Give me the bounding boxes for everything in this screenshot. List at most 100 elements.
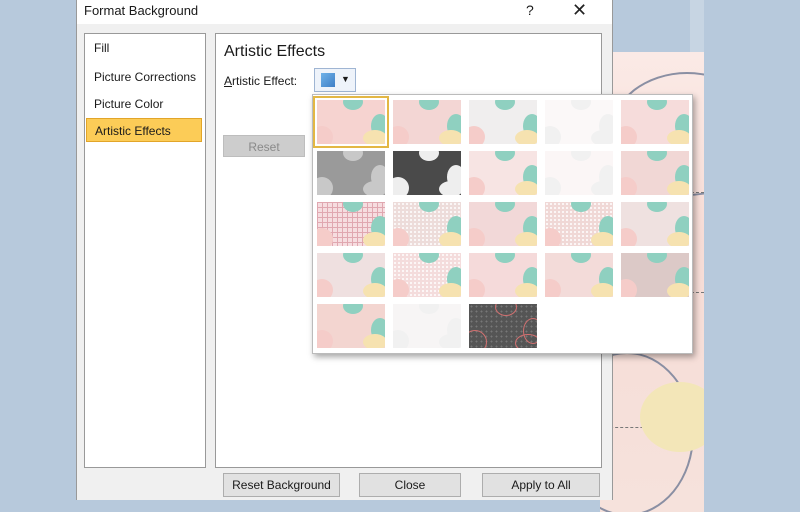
help-button[interactable]: ?: [526, 2, 534, 18]
thumbnail-shape: [393, 279, 409, 297]
artistic-effects-gallery: [312, 94, 693, 354]
thumbnail-shape: [571, 100, 591, 110]
nav-item-picture-corrections[interactable]: Picture Corrections: [86, 65, 202, 89]
thumbnail-shape: [591, 283, 613, 297]
thumbnail-shape: [545, 126, 561, 144]
thumbnail-shape: [667, 232, 689, 246]
thumbnail-shape: [571, 202, 591, 212]
thumbnail-shape: [317, 330, 333, 348]
effect-thumbnail-film[interactable]: [545, 253, 613, 297]
panel-title: Artistic Effects: [224, 43, 326, 60]
thumbnail-shape: [363, 283, 385, 297]
effect-thumbnail-photocopy[interactable]: [469, 253, 537, 297]
thumbnail-shape: [439, 283, 461, 297]
thumbnail-shape: [667, 181, 689, 195]
thumbnail-shape: [439, 232, 461, 246]
effect-thumbnail-cutout-dark[interactable]: [469, 304, 537, 348]
category-list: Fill Picture Corrections Picture Color A…: [84, 33, 206, 468]
effect-label-text: rtistic Effect:: [232, 74, 298, 88]
nav-item-picture-color[interactable]: Picture Color: [86, 92, 202, 116]
effect-thumbnail-glow-edges[interactable]: [621, 253, 689, 297]
effect-thumbnail-dark-contrast[interactable]: [393, 151, 461, 195]
effect-thumbnail-pencil[interactable]: [621, 202, 689, 246]
thumbnail-shape: [469, 228, 485, 246]
effect-thumbnail-cement[interactable]: [317, 304, 385, 348]
thumbnail-shape: [571, 151, 591, 161]
thumbnail-shape: [419, 253, 439, 263]
thumbnail-shape: [363, 232, 385, 246]
thumbnail-shape: [393, 177, 409, 195]
effect-thumbnail-line-drawing[interactable]: [393, 304, 461, 348]
effect-thumbnail-plastic[interactable]: [469, 202, 537, 246]
thumbnail-shape: [495, 100, 515, 110]
thumbnail-shape: [419, 304, 439, 314]
thumbnail-shape: [647, 100, 667, 110]
thumbnail-shape: [419, 151, 439, 161]
reset-background-button[interactable]: Reset Background: [223, 473, 340, 497]
thumbnail-shape: [469, 279, 485, 297]
effect-thumbnail-grayscale[interactable]: [317, 151, 385, 195]
effect-thumbnail-texture[interactable]: [393, 202, 461, 246]
thumbnail-shape: [545, 279, 561, 297]
thumbnail-shape: [515, 334, 537, 348]
effect-thumbnail-faint[interactable]: [545, 100, 613, 144]
thumbnail-shape: [439, 181, 461, 195]
thumbnail-shape: [621, 126, 637, 144]
thumbnail-shape: [363, 181, 385, 195]
thumbnail-shape: [621, 177, 637, 195]
thumbnail-shape: [545, 177, 561, 195]
effect-thumbnail-ghost[interactable]: [545, 151, 613, 195]
thumbnail-shape: [317, 177, 333, 195]
thumbnail-shape: [419, 100, 439, 110]
effect-thumbnail-grid[interactable]: [317, 202, 385, 246]
thumbnail-shape: [495, 202, 515, 212]
nav-item-fill[interactable]: Fill: [86, 36, 202, 60]
thumbnail-shape: [317, 126, 333, 144]
close-button[interactable]: Close: [359, 473, 461, 497]
thumbnail-shape: [317, 228, 333, 246]
thumbnail-shape: [343, 100, 363, 110]
thumbnail-shape: [343, 151, 363, 161]
dialog-title: Format Background: [84, 3, 199, 18]
apply-to-all-button[interactable]: Apply to All: [482, 473, 600, 497]
thumbnail-shape: [621, 279, 637, 297]
artistic-effect-label: Artistic Effect:: [224, 74, 297, 88]
thumbnail-shape: [393, 330, 409, 348]
thumbnail-shape: [515, 181, 537, 195]
effect-thumbnail-soft-glow[interactable]: [621, 151, 689, 195]
thumbnail-shape: [621, 228, 637, 246]
close-icon[interactable]: ✕: [572, 0, 587, 21]
thumbnail-shape: [343, 202, 363, 212]
nav-item-artistic-effects[interactable]: Artistic Effects: [86, 118, 202, 142]
thumbnail-shape: [439, 334, 461, 348]
effect-thumbnail-sketch[interactable]: [469, 100, 537, 144]
thumbnail-shape: [571, 253, 591, 263]
effect-thumbnail-pastel[interactable]: [469, 151, 537, 195]
thumbnail-shape: [515, 232, 537, 246]
thumbnail-shape: [363, 334, 385, 348]
thumbnail-shape: [393, 228, 409, 246]
thumbnail-shape: [591, 130, 613, 144]
thumbnail-shape: [469, 126, 485, 144]
thumbnail-shape: [495, 304, 517, 316]
thumbnail-shape: [667, 130, 689, 144]
reset-button[interactable]: Reset: [223, 135, 305, 157]
effect-thumbnail-soft[interactable]: [393, 100, 461, 144]
artistic-effect-dropdown[interactable]: ▼: [314, 68, 356, 92]
effect-thumbnail-blur[interactable]: [621, 100, 689, 144]
thumbnail-shape: [343, 253, 363, 263]
thumbnail-shape: [591, 232, 613, 246]
thumbnail-shape: [667, 283, 689, 297]
thumbnail-shape: [393, 126, 409, 144]
thumbnail-shape: [647, 202, 667, 212]
effect-thumbnail-mosaic[interactable]: [393, 253, 461, 297]
thumbnail-shape: [343, 304, 363, 314]
background-slide-strip: [690, 0, 704, 52]
thumbnail-shape: [363, 130, 385, 144]
thumbnail-shape: [469, 330, 487, 348]
thumbnail-shape: [515, 130, 537, 144]
artistic-effect-preview-icon: [321, 73, 335, 87]
effect-thumbnail-chalk[interactable]: [545, 202, 613, 246]
effect-thumbnail-none[interactable]: [313, 96, 389, 148]
effect-thumbnail-rough[interactable]: [317, 253, 385, 297]
